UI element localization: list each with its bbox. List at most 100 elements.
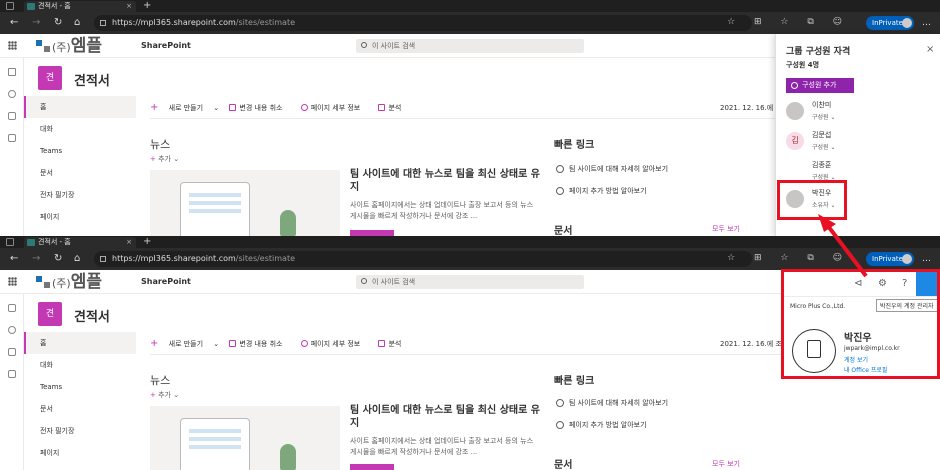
- site-title[interactable]: 견적서: [74, 306, 110, 325]
- member-row[interactable]: 이찬미 구성원 ⌄: [784, 98, 934, 126]
- more-icon[interactable]: …: [922, 18, 931, 28]
- nav-item-home[interactable]: 홈: [24, 96, 136, 118]
- nav-item-notebook[interactable]: 전자 필기장: [24, 184, 136, 206]
- address-bar[interactable]: https://mpl365.sharepoint.com/sites/esti…: [94, 15, 752, 31]
- profile-avatar-icon: [902, 18, 912, 28]
- globe-rail-icon[interactable]: [8, 326, 16, 334]
- browser-toolbar-icons[interactable]: ☆ ⊞ ☆ ⧉ ☺: [727, 253, 850, 263]
- news-add-button[interactable]: + 추가 ⌄: [150, 154, 179, 164]
- browser-tab[interactable]: 견적서 - 홈 ×: [24, 1, 136, 12]
- browser-toolbar-icons[interactable]: ☆ ⊞ ☆ ⧉ ☺: [727, 17, 850, 27]
- new-button[interactable]: + 새로 만들기 ⌄: [150, 102, 219, 113]
- member-name: 김문섭: [812, 131, 832, 139]
- news-rail-icon[interactable]: [8, 348, 16, 356]
- documents-see-all-link[interactable]: 모두 보기: [712, 224, 740, 234]
- quicklink-item[interactable]: 페이지 추가 방법 알아보기: [556, 186, 647, 196]
- nav-item-home[interactable]: 홈: [24, 332, 136, 354]
- plant-illustration: [280, 444, 296, 470]
- home-icon[interactable]: ⌂: [74, 17, 80, 29]
- inprivate-badge[interactable]: InPrivate: [866, 16, 914, 30]
- file-rail-icon[interactable]: [8, 134, 16, 142]
- news-add-button[interactable]: + 추가 ⌄: [150, 390, 179, 400]
- search-placeholder: 이 사이트 검색: [372, 278, 416, 286]
- company-logo[interactable]: (주)엠플: [36, 36, 102, 56]
- nav-item-documents[interactable]: 문서: [24, 162, 136, 184]
- tab-actions-icon[interactable]: [6, 2, 14, 10]
- tab-actions-icon[interactable]: [6, 238, 14, 246]
- nav-item-documents[interactable]: 문서: [24, 398, 136, 420]
- quicklink-item[interactable]: 팀 사이트에 대해 자세히 알아보기: [556, 398, 668, 408]
- forward-icon[interactable]: →: [32, 17, 40, 29]
- nav-item-conversations[interactable]: 대화: [24, 354, 136, 376]
- forward-icon[interactable]: →: [32, 253, 40, 265]
- globe-icon: [556, 165, 564, 173]
- home-rail-icon[interactable]: [8, 304, 16, 312]
- app-title[interactable]: SharePoint: [141, 41, 191, 50]
- add-person-icon: [791, 82, 798, 89]
- discard-button[interactable]: 변경 내용 취소: [229, 104, 290, 112]
- app-launcher-icon[interactable]: [8, 41, 17, 50]
- nav-item-teams[interactable]: Teams: [24, 376, 136, 398]
- owner-highlight-box: [777, 180, 847, 220]
- company-logo[interactable]: (주)엠플: [36, 272, 102, 292]
- nav-item-notebook[interactable]: 전자 필기장: [24, 420, 136, 442]
- app-launcher-icon[interactable]: [8, 277, 17, 286]
- app-title[interactable]: SharePoint: [141, 277, 191, 286]
- discard-button[interactable]: 변경 내용 취소: [229, 340, 290, 348]
- analytics-button[interactable]: 분석: [378, 340, 409, 348]
- news-title: 팀 사이트에 대한 뉴스로 팀을 최신 상태로 유지: [350, 169, 540, 193]
- logo-company: (주): [52, 41, 71, 54]
- home-icon[interactable]: ⌂: [74, 253, 80, 265]
- more-icon[interactable]: …: [922, 254, 931, 264]
- address-bar[interactable]: https://mpl365.sharepoint.com/sites/esti…: [94, 251, 752, 267]
- page-details-button[interactable]: 페이지 세부 정보: [300, 104, 369, 112]
- quicklink-item[interactable]: 페이지 추가 방법 알아보기: [556, 420, 647, 430]
- site-logo[interactable]: 견: [38, 66, 62, 90]
- site-title[interactable]: 견적서: [74, 70, 110, 89]
- file-rail-icon[interactable]: [8, 370, 16, 378]
- site-logo[interactable]: 견: [38, 302, 62, 326]
- new-tab-button[interactable]: +: [143, 0, 151, 11]
- home-rail-icon[interactable]: [8, 68, 16, 76]
- close-icon[interactable]: ×: [926, 44, 934, 55]
- app-rail: [0, 58, 24, 236]
- gear-icon: [300, 104, 308, 111]
- back-icon[interactable]: ←: [10, 253, 18, 265]
- search-input[interactable]: 이 사이트 검색: [356, 275, 584, 289]
- inprivate-badge[interactable]: InPrivate: [866, 252, 914, 266]
- tab-close-icon[interactable]: ×: [126, 237, 132, 248]
- documents-heading: 문서: [554, 226, 573, 236]
- news-add-post-button[interactable]: [350, 464, 394, 470]
- site-left-nav: 홈 대화 Teams 문서 전자 필기장 페이지: [24, 332, 136, 464]
- refresh-icon[interactable]: ↻: [54, 17, 62, 29]
- nav-item-pages[interactable]: 페이지: [24, 206, 136, 228]
- search-input[interactable]: 이 사이트 검색: [356, 39, 584, 53]
- member-row[interactable]: 김 김문섭 구성원 ⌄: [784, 128, 934, 156]
- quicklinks-heading: 빠른 링크: [554, 140, 595, 151]
- refresh-icon[interactable]: ↻: [54, 253, 62, 265]
- documents-see-all-link[interactable]: 모두 보기: [712, 459, 740, 469]
- analytics-icon: [378, 104, 386, 111]
- nav-item-pages[interactable]: 페이지: [24, 442, 136, 464]
- browser-tab[interactable]: 견적서 - 홈 ×: [24, 237, 136, 248]
- tab-close-icon[interactable]: ×: [126, 1, 132, 12]
- quicklink-item[interactable]: 팀 사이트에 대해 자세히 알아보기: [556, 164, 668, 174]
- person-avatar-icon: [786, 102, 804, 120]
- panel-title: 그룹 구성원 자격: [786, 47, 851, 57]
- back-icon[interactable]: ←: [10, 17, 18, 29]
- plant-illustration: [280, 210, 296, 236]
- page-details-button[interactable]: 페이지 세부 정보: [300, 340, 369, 348]
- news-title: 팀 사이트에 대한 뉴스로 팀을 최신 상태로 유지: [350, 405, 540, 429]
- member-role-dropdown[interactable]: 구성원 ⌄: [812, 142, 836, 151]
- globe-rail-icon[interactable]: [8, 90, 16, 98]
- member-role-dropdown[interactable]: 구성원 ⌄: [812, 112, 836, 121]
- lock-icon: [100, 256, 106, 262]
- logo-text: 엠플: [70, 272, 102, 292]
- nav-item-teams[interactable]: Teams: [24, 140, 136, 162]
- analytics-button[interactable]: 분석: [378, 104, 409, 112]
- news-rail-icon[interactable]: [8, 112, 16, 120]
- new-tab-button[interactable]: +: [143, 236, 151, 247]
- add-member-button[interactable]: 구성원 추가: [786, 78, 854, 93]
- new-button[interactable]: + 새로 만들기 ⌄: [150, 338, 219, 349]
- nav-item-conversations[interactable]: 대화: [24, 118, 136, 140]
